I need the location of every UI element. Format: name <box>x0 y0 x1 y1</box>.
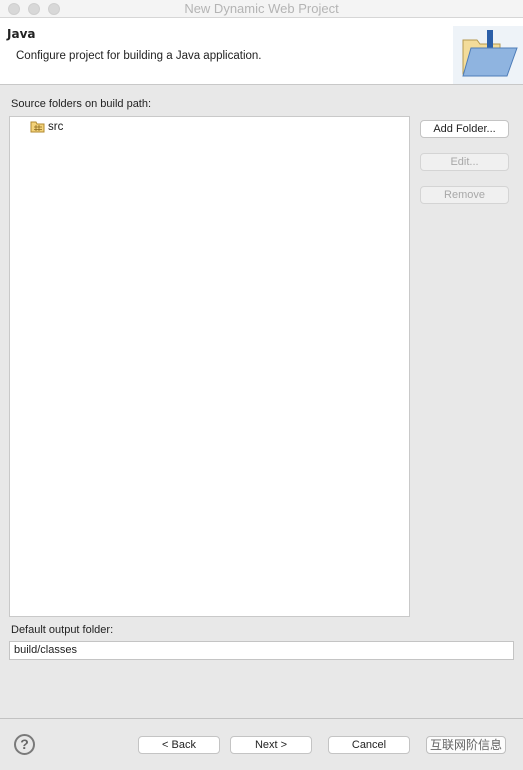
title-bar: New Dynamic Web Project <box>0 0 523 18</box>
java-folder-wizard-icon <box>453 26 523 84</box>
watermark: 互联网阶信息 <box>426 736 507 754</box>
output-folder-input[interactable]: build/classes <box>9 641 514 660</box>
add-folder-button[interactable]: Add Folder... <box>420 120 509 138</box>
source-folder-icon <box>30 121 45 133</box>
footer-divider <box>0 718 523 719</box>
list-item[interactable]: src <box>30 120 63 133</box>
cancel-button[interactable]: Cancel <box>328 736 410 754</box>
edit-button[interactable]: Edit... <box>420 153 509 171</box>
page-title: Java <box>7 27 36 41</box>
window-title: New Dynamic Web Project <box>184 1 339 16</box>
output-folder-label: Default output folder: <box>11 624 114 636</box>
page-description: Configure project for building a Java ap… <box>16 50 262 62</box>
back-button[interactable]: < Back <box>138 736 220 754</box>
source-folders-list[interactable]: src <box>9 116 410 617</box>
source-folders-label: Source folders on build path: <box>11 98 152 110</box>
wizard-header: Java Configure project for building a Ja… <box>0 18 523 85</box>
next-button[interactable]: Next > <box>230 736 312 754</box>
list-item-label: src <box>48 120 64 133</box>
remove-button[interactable]: Remove <box>420 186 509 204</box>
help-button[interactable]: ? <box>14 734 35 755</box>
